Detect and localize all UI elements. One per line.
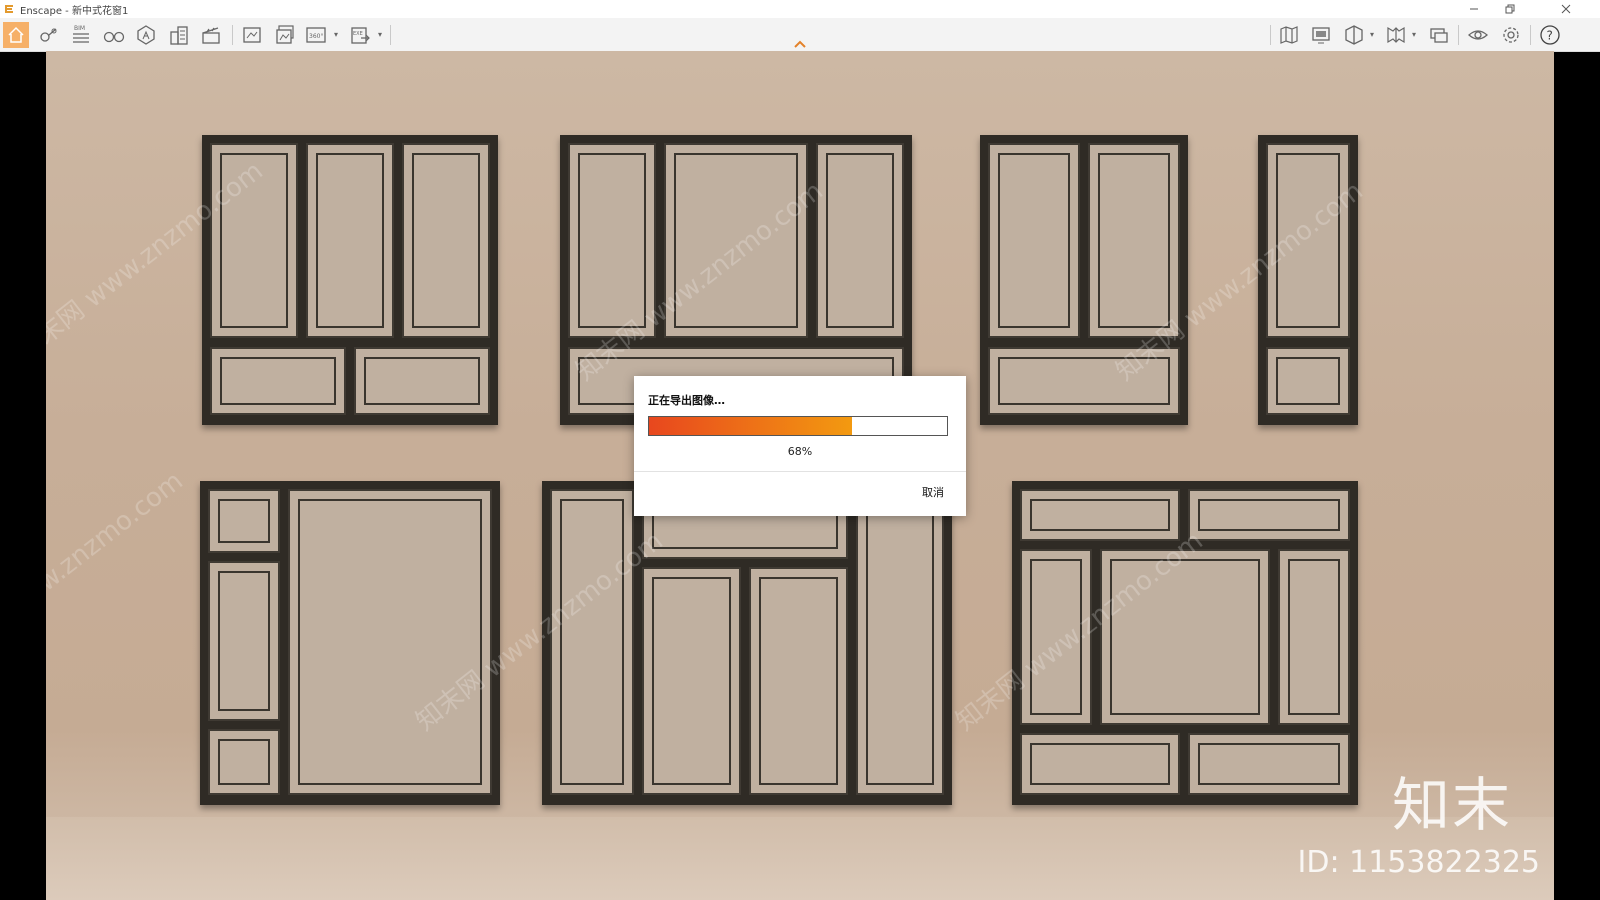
svg-text:?: ? bbox=[1547, 29, 1553, 43]
map-button[interactable] bbox=[1276, 22, 1302, 48]
vr-headset-icon bbox=[1345, 25, 1363, 45]
image-id-label: ID: 1153822325 bbox=[1297, 845, 1540, 880]
vr-headset-button[interactable] bbox=[1341, 22, 1367, 48]
progress-percent: 68% bbox=[787, 445, 813, 458]
chevron-down-icon[interactable]: ▾ bbox=[1412, 30, 1416, 39]
camera-position-icon bbox=[40, 28, 57, 42]
panorama-360-button[interactable]: 360° bbox=[304, 22, 330, 48]
buildings-icon bbox=[170, 26, 188, 45]
toolbar-separator bbox=[232, 25, 233, 45]
toolbar-separator bbox=[1530, 25, 1531, 45]
progress-fill bbox=[649, 417, 852, 435]
binoculars-button[interactable] bbox=[101, 22, 127, 48]
map-icon bbox=[1280, 26, 1298, 44]
buildings-button[interactable] bbox=[166, 22, 192, 48]
window-title: Enscape - 新中式花窗1 bbox=[20, 6, 129, 17]
batch-render-button[interactable] bbox=[272, 22, 298, 48]
dialog-title: 正在导出图像… bbox=[648, 394, 725, 407]
watermark-text: 知末网 www.znzmo.com bbox=[46, 465, 189, 677]
asset-library-button[interactable] bbox=[133, 22, 159, 48]
minimize-icon bbox=[1470, 8, 1478, 10]
brand-logo-text: 知末 bbox=[1391, 771, 1512, 839]
export-progress-dialog: 正在导出图像… 68% 取消 bbox=[634, 376, 966, 516]
monitor-button[interactable] bbox=[1308, 22, 1334, 48]
settings-button[interactable] bbox=[1498, 22, 1524, 48]
toolbar-separator bbox=[390, 25, 391, 45]
home-icon bbox=[8, 26, 24, 43]
home-button[interactable] bbox=[3, 22, 29, 48]
help-button[interactable]: ? bbox=[1537, 22, 1563, 48]
book-button[interactable] bbox=[1383, 22, 1409, 48]
asset-library-icon bbox=[137, 25, 155, 45]
toolbar-separator bbox=[1458, 25, 1459, 45]
collapse-toolbar-icon[interactable] bbox=[792, 38, 808, 50]
bim-info-icon: BIM bbox=[73, 25, 89, 43]
help-icon: ? bbox=[1540, 25, 1560, 45]
title-bar: Enscape - 新中式花窗1 bbox=[0, 0, 1600, 18]
export-exe-icon: EXE bbox=[351, 27, 370, 44]
binoculars-icon bbox=[103, 31, 125, 43]
book-icon bbox=[1387, 26, 1405, 44]
screenshot-button[interactable] bbox=[239, 22, 265, 48]
lattice-window bbox=[542, 481, 952, 805]
batch-render-icon bbox=[276, 25, 294, 44]
restore-icon bbox=[1505, 4, 1515, 14]
svg-text:360°: 360° bbox=[309, 33, 323, 40]
chevron-down-icon[interactable]: ▾ bbox=[378, 30, 382, 39]
restore-button[interactable] bbox=[1490, 0, 1530, 18]
lattice-window bbox=[200, 481, 500, 805]
bim-info-button[interactable]: BIM bbox=[68, 22, 94, 48]
svg-text:BIM: BIM bbox=[74, 25, 85, 32]
camera-position-button[interactable] bbox=[36, 22, 62, 48]
cancel-button[interactable]: 取消 bbox=[922, 484, 944, 500]
monitor-icon bbox=[1312, 27, 1330, 44]
chevron-down-icon[interactable]: ▾ bbox=[1370, 30, 1374, 39]
chat-button[interactable] bbox=[1426, 22, 1452, 48]
svg-text:EXE: EXE bbox=[353, 31, 363, 37]
eye-icon bbox=[1468, 30, 1488, 40]
screenshot-icon bbox=[243, 27, 261, 43]
lattice-window bbox=[980, 135, 1188, 425]
export-exe-button[interactable]: EXE bbox=[347, 22, 373, 48]
chat-icon bbox=[1430, 28, 1448, 43]
gear-icon bbox=[1503, 27, 1519, 43]
eye-button[interactable] bbox=[1465, 22, 1491, 48]
progress-bar bbox=[648, 416, 948, 436]
minimize-button[interactable] bbox=[1454, 0, 1494, 18]
dialog-divider bbox=[634, 471, 966, 472]
chevron-down-icon[interactable]: ▾ bbox=[334, 30, 338, 39]
panorama-360-icon: 360° bbox=[306, 27, 326, 43]
close-icon bbox=[1561, 4, 1571, 14]
close-button[interactable] bbox=[1546, 0, 1586, 18]
clapperboard-icon bbox=[202, 27, 220, 44]
clapperboard-button[interactable] bbox=[198, 22, 224, 48]
toolbar-separator bbox=[1270, 25, 1271, 45]
enscape-logo-icon bbox=[5, 5, 13, 13]
